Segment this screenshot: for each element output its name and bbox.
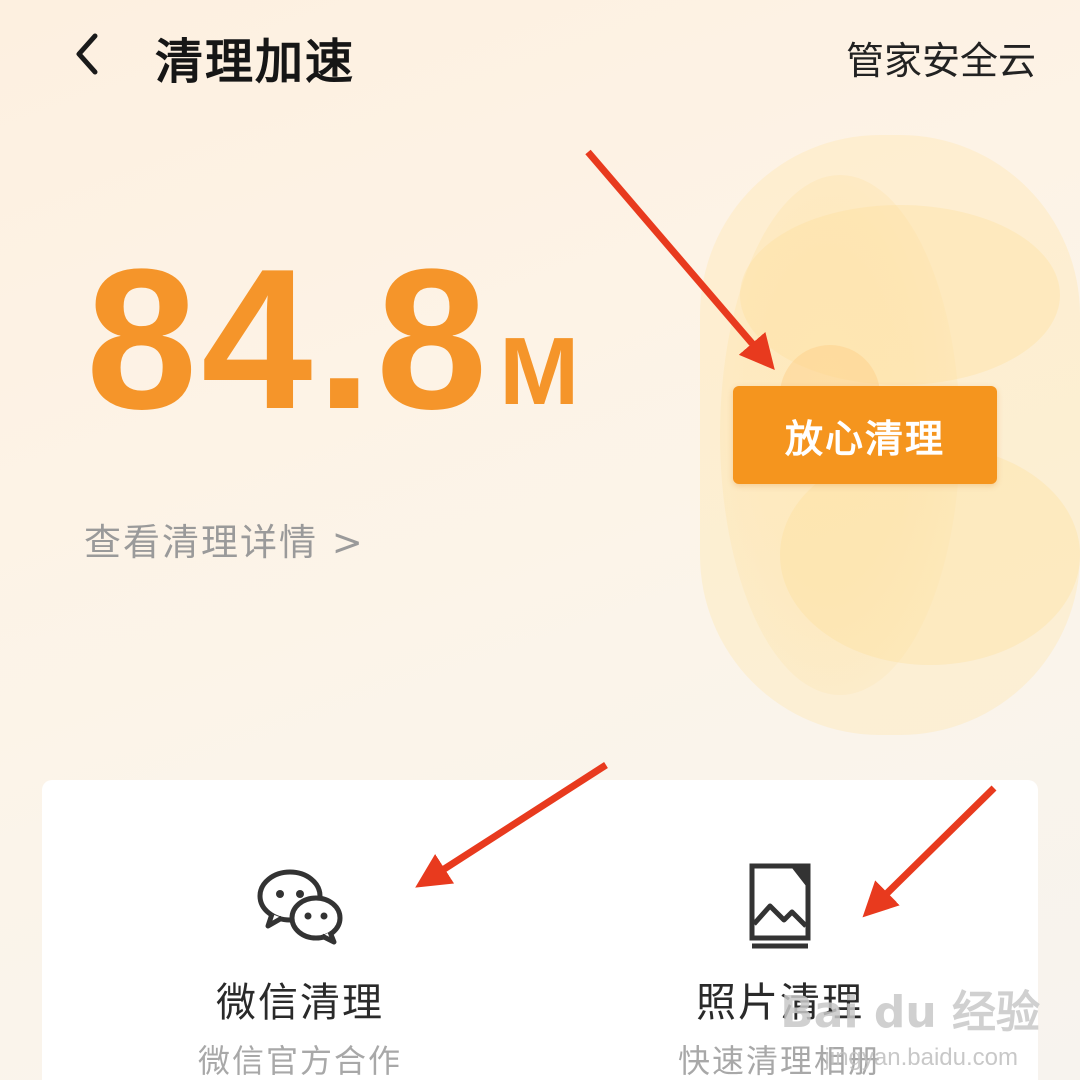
junk-size-readout: 84.8 M — [86, 240, 579, 440]
back-button[interactable] — [62, 24, 112, 84]
baidu-watermark-url: jingyan.baidu.com — [824, 1044, 1018, 1071]
junk-size-unit: M — [499, 318, 580, 425]
baidu-watermark: Bai du 经验 — [780, 987, 1040, 1038]
wechat-clean-tool[interactable]: 微信清理 微信官方合作 — [150, 858, 450, 1080]
junk-size-value: 84.8 — [86, 228, 492, 451]
wechat-clean-subtitle: 微信官方合作 — [197, 1042, 402, 1080]
arrow-to-clean-button — [585, 149, 775, 370]
security-cloud-link[interactable]: 管家安全云 — [846, 30, 1036, 85]
safe-clean-button[interactable]: 放心清理 — [733, 386, 997, 484]
wechat-icon — [257, 869, 343, 945]
page-title: 清理加速 — [155, 34, 356, 90]
chevron-left-icon — [76, 33, 98, 75]
view-details-link[interactable]: 查看清理详情 > — [84, 512, 365, 566]
clean-accelerate-screen: 清理加速 管家安全云 84.8 M 查看清理详情 > 放心清理 微信清理 微信官… — [0, 0, 1080, 1080]
photo-album-icon — [749, 863, 811, 949]
wechat-clean-title: 微信清理 — [216, 980, 384, 1026]
